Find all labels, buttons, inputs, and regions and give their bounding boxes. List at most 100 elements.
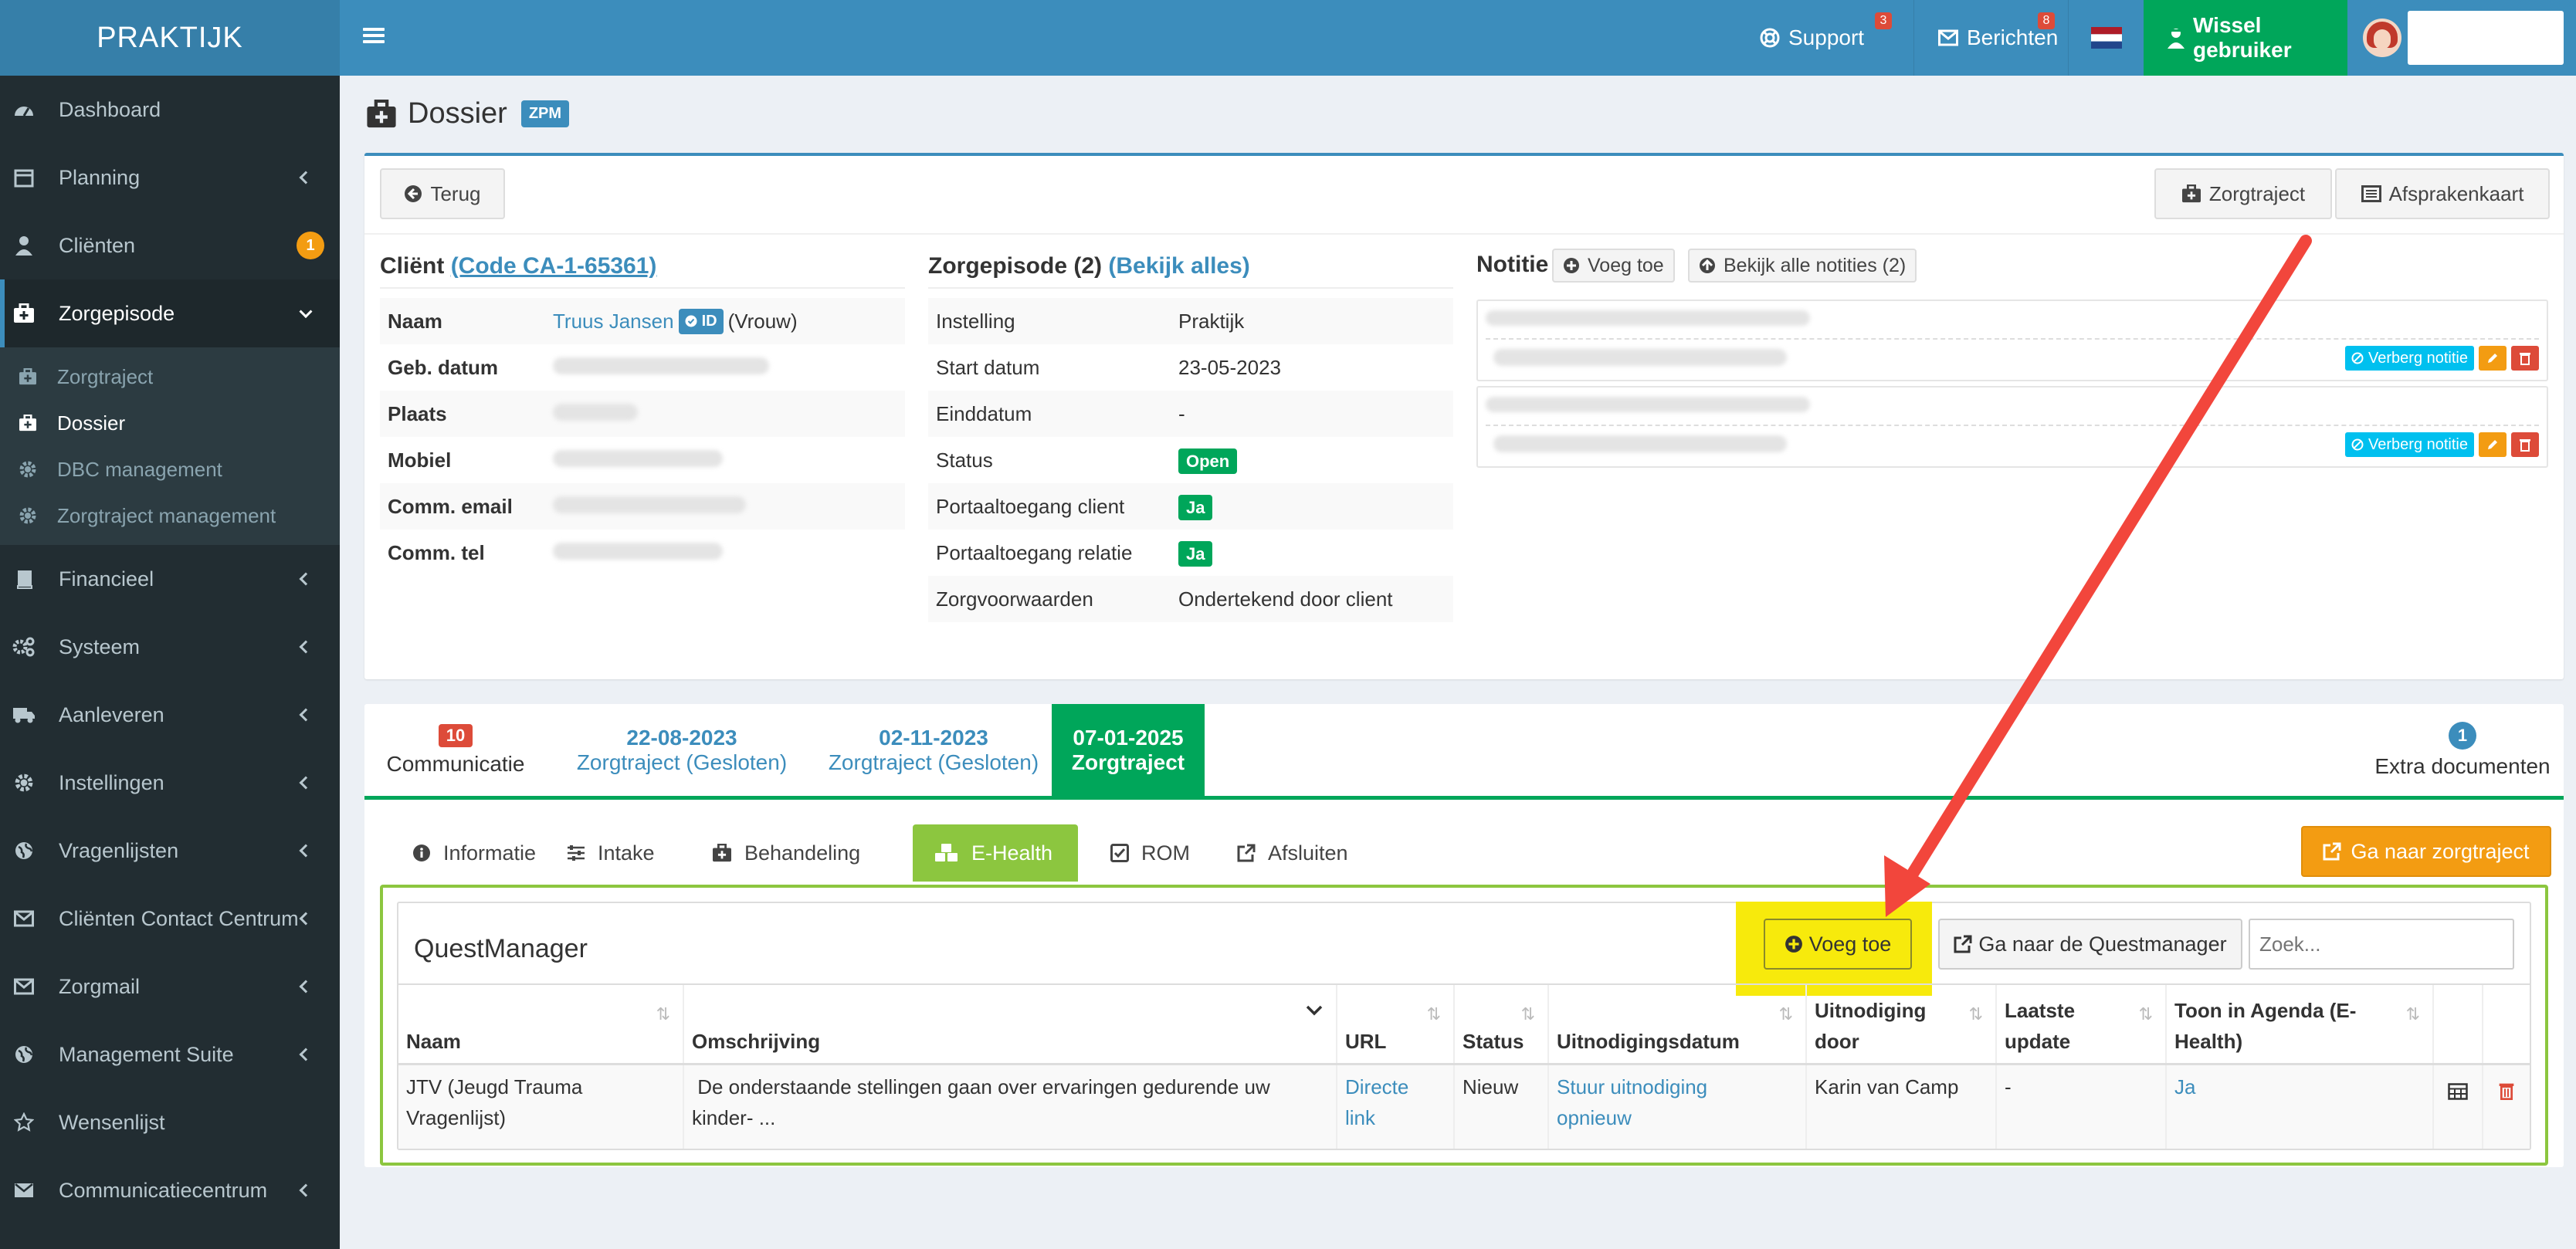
sidebar-item-vragenlijsten[interactable]: Vragenlijsten: [0, 817, 340, 885]
delete-note-button[interactable]: [2511, 346, 2539, 371]
column-header-status[interactable]: Status ⇅: [1455, 985, 1549, 1063]
tab-zorgtraject-02-11-2023[interactable]: 02-11-2023 Zorgtraject (Gesloten): [814, 704, 1053, 797]
redacted-value: [1486, 397, 1810, 412]
support-label: Support: [1788, 25, 1865, 49]
cell-action-details[interactable]: [2434, 1065, 2483, 1149]
row-value: Ondertekend door client: [1178, 587, 1393, 611]
sidebar-item-systeem[interactable]: Systeem: [0, 613, 340, 681]
support-menu[interactable]: Support 3: [1736, 0, 1913, 76]
plus-circle-icon: [1785, 935, 1803, 953]
row-value: -: [1178, 401, 1185, 425]
hamburger-icon[interactable]: [363, 25, 385, 46]
table-icon[interactable]: [2448, 1078, 2468, 1142]
sidebar-item-instellingen[interactable]: Instellingen: [0, 749, 340, 817]
afsprakenkaart-button[interactable]: Afsprakenkaart: [2335, 168, 2550, 219]
tab-extra-documenten[interactable]: 1 Extra documenten: [2361, 704, 2564, 797]
resend-invite-link[interactable]: opnieuw: [1557, 1102, 1798, 1133]
search-input[interactable]: [2249, 919, 2514, 970]
delete-note-button[interactable]: [2511, 432, 2539, 457]
sidebar-item-dashboard[interactable]: Dashboard: [0, 76, 340, 144]
sidebar-item-aanleveren[interactable]: Aanleveren: [0, 681, 340, 749]
sidebar-item-clienten-contact-centrum[interactable]: Cliënten Contact Centrum: [0, 885, 340, 953]
back-button[interactable]: Terug: [380, 168, 505, 219]
edit-note-button[interactable]: [2479, 346, 2507, 371]
switch-user-button[interactable]: Wissel gebruiker: [2144, 0, 2347, 76]
cell-text: De onderstaande stellingen gaan over erv…: [692, 1075, 1270, 1098]
pencil-icon: [2486, 438, 2499, 451]
view-all-notes-button[interactable]: Bekijk alle notities (2): [1688, 249, 1917, 283]
column-header-url[interactable]: URL ⇅: [1337, 985, 1455, 1063]
column-label: Laatste: [2005, 999, 2076, 1022]
tab-zorgtraject-22-08-2023[interactable]: 22-08-2023 Zorgtraject (Gesloten): [562, 704, 802, 797]
tab-behandeling[interactable]: Behandeling: [690, 824, 882, 882]
sidebar-subitem-dbc-management[interactable]: DBC management: [0, 446, 340, 492]
column-header-naam[interactable]: Naam ⇅: [398, 985, 684, 1063]
client-name-link[interactable]: Truus Jansen: [553, 310, 674, 333]
questmanager-add-button[interactable]: Voeg toe: [1764, 919, 1912, 970]
goto-questmanager-button[interactable]: Ga naar de Questmanager: [1938, 919, 2242, 970]
sidebar-item-planning[interactable]: Planning: [0, 144, 340, 212]
tab-informatie[interactable]: Informatie: [391, 824, 558, 882]
tab-afsluiten[interactable]: Afsluiten: [1215, 824, 1370, 882]
chevron-left-icon: [299, 640, 313, 654]
edit-note-button[interactable]: [2479, 432, 2507, 457]
external-link-icon: [1237, 844, 1256, 862]
episode-view-all-link[interactable]: (Bekijk alles): [1108, 253, 1249, 279]
add-note-button[interactable]: Voeg toe: [1552, 249, 1675, 283]
sidebar-item-management-suite[interactable]: Management Suite: [0, 1021, 340, 1088]
row-label: Instelling: [936, 309, 1015, 333]
envelope-icon: [12, 975, 36, 998]
cell-status: Nieuw: [1455, 1065, 1549, 1149]
sidebar-item-communicatiecentrum[interactable]: Communicatiecentrum: [0, 1156, 340, 1224]
id-verified-badge[interactable]: ID: [678, 308, 724, 334]
user-menu[interactable]: [2347, 0, 2576, 76]
medkit-icon: [17, 366, 39, 388]
tab-zorgtraject-07-01-2025[interactable]: 07-01-2025 Zorgtraject: [1052, 704, 1205, 797]
gear-icon: [17, 459, 39, 480]
resend-invite-link[interactable]: Stuur uitnodiging: [1557, 1071, 1798, 1102]
column-header-uitnodiging-door[interactable]: Uitnodiging door ⇅: [1807, 985, 1997, 1063]
cell-url[interactable]: Directe link: [1337, 1065, 1455, 1149]
cell-toon-in-agenda[interactable]: Ja: [2167, 1065, 2434, 1149]
sidebar-subitem-zorgtraject[interactable]: Zorgtraject: [0, 354, 340, 400]
sidebar-item-zorgepisode[interactable]: Zorgepisode: [0, 279, 340, 347]
goto-zorgtraject-button[interactable]: Ga naar zorgtraject: [2301, 826, 2551, 877]
cell-action-delete[interactable]: [2483, 1065, 2530, 1149]
client-code-link[interactable]: (Code CA-1-65361): [451, 253, 657, 279]
app-logo[interactable]: PRAKTIJK: [0, 0, 340, 76]
tab-communicatie[interactable]: 10 Communicatie: [364, 704, 547, 797]
tab-rom[interactable]: ROM: [1089, 824, 1212, 882]
messages-menu[interactable]: Berichten 8: [1913, 0, 2068, 76]
sidebar-item-clienten[interactable]: Cliënten 1: [0, 212, 340, 279]
dutch-flag-icon: [2090, 27, 2122, 49]
sidebar-item-wensenlijst[interactable]: Wensenlijst: [0, 1088, 340, 1156]
cell-text: kinder- ...: [692, 1106, 776, 1129]
client-row-mobiel: Mobiel: [380, 437, 905, 483]
column-header-uitnodigingsdatum[interactable]: Uitnodigingsdatum ⇅: [1549, 985, 1807, 1063]
column-header-omschrijving[interactable]: Omschrijving: [684, 985, 1337, 1063]
sidebar-subitem-dossier[interactable]: Dossier: [0, 400, 340, 446]
zorgtraject-button[interactable]: Zorgtraject: [2154, 168, 2332, 219]
tab-intake[interactable]: Intake: [545, 824, 676, 882]
column-header-laatste-update[interactable]: Laatste update ⇅: [1997, 985, 2167, 1063]
column-header-toon-in-agenda[interactable]: Toon in Agenda (E- Health) ⇅: [2167, 985, 2434, 1063]
sidebar-item-zorgmail[interactable]: Zorgmail: [0, 953, 340, 1021]
tab-e-health[interactable]: E-Health: [913, 824, 1078, 882]
hide-note-button[interactable]: Verberg notitie: [2345, 346, 2474, 371]
sidebar-item-financieel[interactable]: Financieel: [0, 545, 340, 613]
trash-icon: [2519, 438, 2531, 452]
calendar-icon: [12, 166, 36, 189]
hide-note-button[interactable]: Verberg notitie: [2345, 432, 2474, 457]
direct-link[interactable]: link: [1345, 1102, 1446, 1133]
sidebar-subitem-zorgtraject-management[interactable]: Zorgtraject management: [0, 492, 340, 539]
direct-link[interactable]: Directe: [1345, 1071, 1446, 1102]
language-selector[interactable]: [2068, 0, 2144, 76]
chevron-down-icon[interactable]: [1305, 996, 1324, 1027]
trash-icon[interactable]: [2498, 1078, 2515, 1142]
agenda-toggle-link[interactable]: Ja: [2174, 1075, 2195, 1098]
sidebar-item-label: Instellingen: [59, 770, 164, 794]
column-label: Health): [2174, 1030, 2243, 1053]
episode-title: Zorgepisode (2): [928, 253, 1103, 279]
sort-icon: ⇅: [2405, 1004, 2420, 1024]
cell-uitnodigingsdatum[interactable]: Stuur uitnodiging opnieuw: [1549, 1065, 1807, 1149]
